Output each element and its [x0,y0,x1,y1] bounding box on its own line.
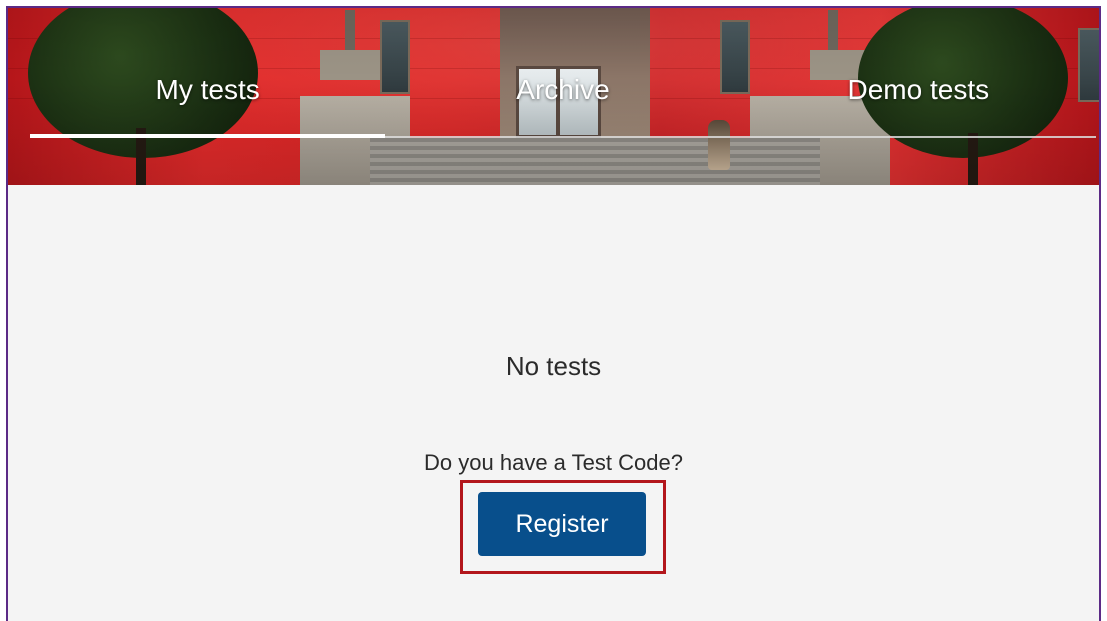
tab-bar: My tests Archive Demo tests [30,68,1096,140]
tab-my-tests-label: My tests [155,74,260,105]
app-frame: My tests Archive Demo tests No tests Do … [6,6,1101,621]
tab-demo-tests-label: Demo tests [847,74,990,105]
tab-my-tests[interactable]: My tests [30,68,385,140]
tab-archive[interactable]: Archive [385,68,740,140]
register-button[interactable]: Register [478,492,646,556]
tab-archive-label: Archive [516,74,610,105]
tab-demo-tests[interactable]: Demo tests [741,68,1096,140]
empty-state-title: No tests [505,351,602,381]
tab-active-indicator [30,134,385,138]
test-code-prompt: Do you have a Test Code? [424,450,683,475]
main-content: No tests Do you have a Test Code? Regist… [8,185,1099,621]
